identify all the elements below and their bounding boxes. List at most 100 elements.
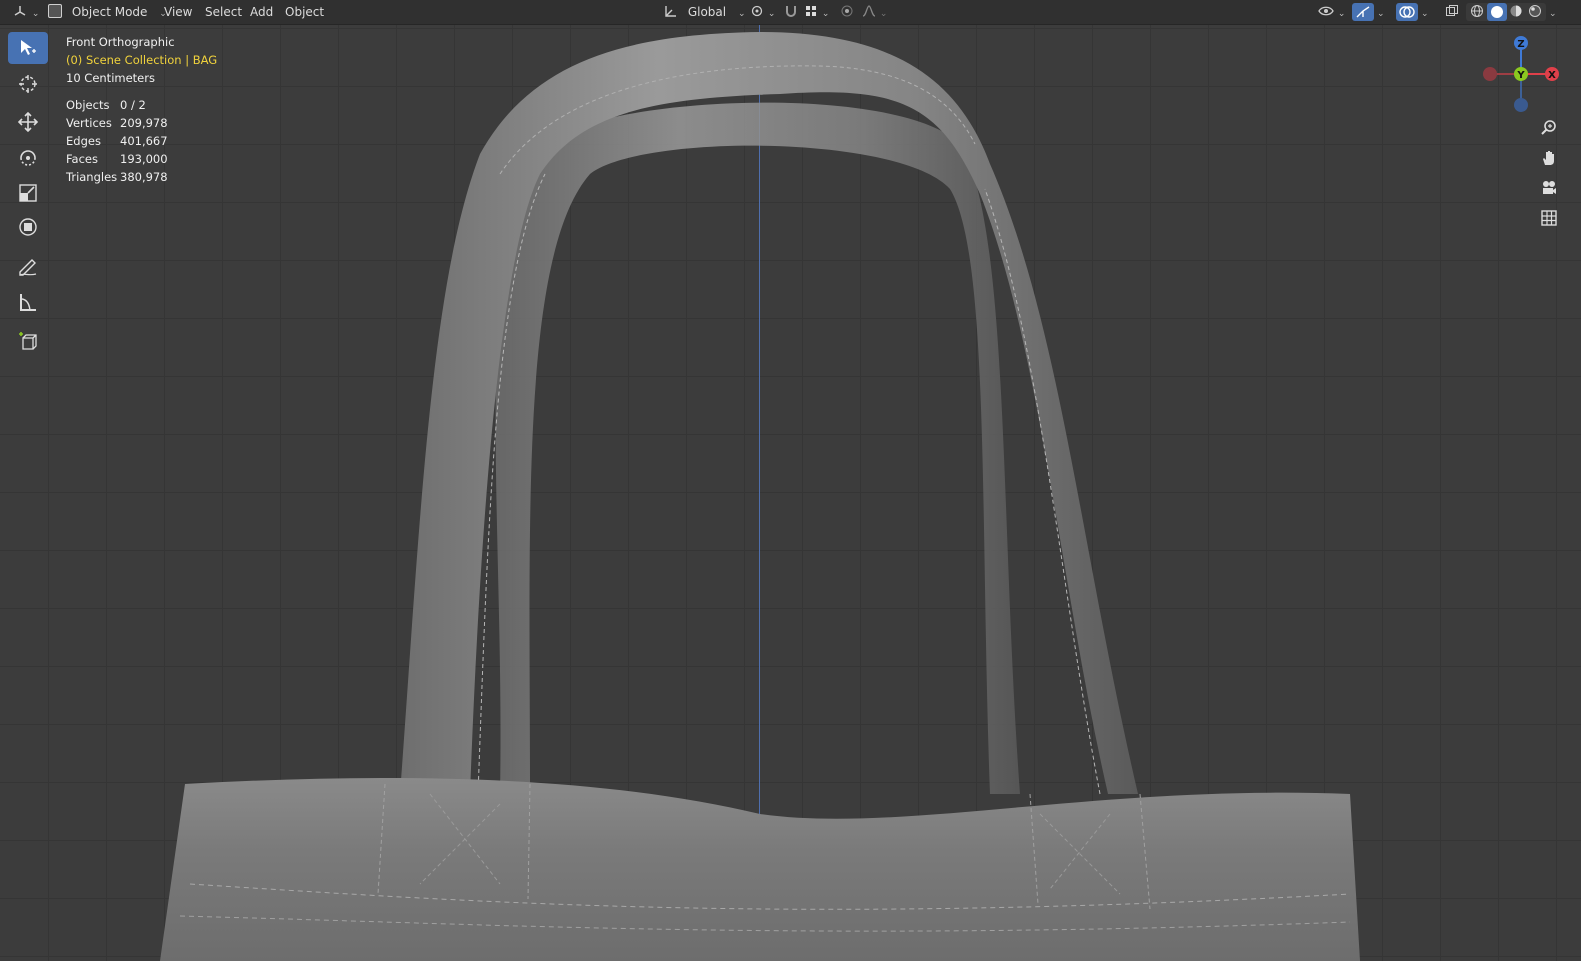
- overlays-dropdown[interactable]: ⌄: [1421, 0, 1429, 24]
- neg-z-axis-handle[interactable]: [1514, 98, 1528, 112]
- camera-view-button[interactable]: [1534, 174, 1564, 202]
- menu-select[interactable]: Select: [205, 0, 242, 24]
- proportional-editing-toggle[interactable]: [840, 0, 854, 24]
- falloff-dropdown[interactable]: ⌄: [862, 0, 887, 24]
- chevron-down-icon: ⌄: [879, 9, 888, 19]
- pivot-point-dropdown[interactable]: ⌄: [750, 0, 775, 24]
- scene-statistics: Objects 0 / 2 Vertices 209,978 Edges 401,66…: [66, 96, 168, 186]
- stat-label: Edges: [66, 134, 101, 148]
- z-axis-label: Z: [1517, 39, 1524, 50]
- zoom-button[interactable]: [1534, 114, 1564, 142]
- stat-value: 401,667: [120, 134, 168, 148]
- camera-icon: [1543, 181, 1556, 194]
- material-preview-icon: [1510, 5, 1522, 17]
- snap-magnet-icon: [786, 6, 796, 17]
- snap-increment-icon: [806, 6, 816, 16]
- xray-toggle-icon: [1446, 5, 1458, 16]
- menu-view[interactable]: View: [164, 0, 192, 24]
- ortho-toggle-button[interactable]: [1534, 204, 1564, 232]
- chevron-down-icon: ⌄: [821, 9, 830, 19]
- back-strap: [495, 102, 1020, 795]
- 3d-viewport[interactable]: [0, 24, 1581, 961]
- move-tool[interactable]: [8, 106, 48, 138]
- snap-target-dropdown[interactable]: ⌄: [804, 0, 829, 24]
- overlays-icon: [1399, 6, 1415, 18]
- transform-tool[interactable]: [8, 211, 48, 243]
- menu-add[interactable]: Add: [250, 0, 273, 24]
- chevron-down-icon: ⌄: [1549, 9, 1557, 19]
- stat-value: 380,978: [120, 170, 168, 184]
- orientation-label: Global: [687, 5, 727, 19]
- proportional-editing-icon: [841, 5, 853, 17]
- stat-row: Objects 0 / 2: [66, 96, 168, 114]
- wireframe-shading-button[interactable]: [1470, 0, 1484, 24]
- scale-tool[interactable]: [8, 177, 48, 209]
- stat-row: Triangles 380,978: [66, 168, 168, 186]
- chevron-down-icon: ⌄: [1337, 9, 1346, 19]
- stat-value: 0 / 2: [120, 98, 146, 112]
- rendered-shading-icon: [1529, 5, 1541, 17]
- annotate-pencil-icon: [19, 259, 37, 276]
- add-cube-icon: [19, 332, 37, 350]
- bag-body: [160, 777, 1360, 961]
- snap-toggle[interactable]: [784, 0, 798, 24]
- neg-x-axis-handle[interactable]: [1483, 67, 1497, 81]
- move-arrows-icon: [17, 111, 39, 133]
- view-name: Front Orthographic: [66, 35, 175, 49]
- measure-tool[interactable]: [8, 286, 48, 318]
- stat-value: 209,978: [120, 116, 168, 130]
- viewport-info: Front Orthographic (0) Scene Collection …: [66, 33, 217, 87]
- rendered-shading-button[interactable]: [1528, 0, 1542, 24]
- select-box-tool[interactable]: [8, 32, 48, 64]
- chevron-down-icon: ⌄: [1377, 9, 1385, 19]
- xray-toggle[interactable]: [1445, 0, 1459, 24]
- gizmo-toggle[interactable]: [1352, 3, 1374, 21]
- annotate-tool[interactable]: [8, 250, 48, 282]
- material-preview-button[interactable]: [1509, 0, 1523, 24]
- scale-icon: [19, 184, 37, 202]
- stat-value: 193,000: [120, 152, 168, 166]
- measure-ruler-icon: [20, 294, 36, 311]
- mode-dropdown[interactable]: Object Mode ⌄: [48, 0, 167, 24]
- stat-label: Vertices: [66, 116, 112, 130]
- chevron-down-icon: ⌄: [767, 9, 776, 19]
- grid-ortho-icon: [1541, 210, 1557, 226]
- visibility-dropdown[interactable]: ⌄: [1318, 0, 1345, 24]
- collection-label: (0) Scene Collection | BAG: [66, 53, 218, 67]
- add-cube-tool[interactable]: [8, 325, 48, 357]
- stat-row: Faces 193,000: [66, 150, 168, 168]
- x-axis-label: X: [1548, 70, 1556, 81]
- object-mode-icon: [48, 4, 62, 18]
- shading-options-dropdown[interactable]: ⌄: [1549, 0, 1557, 24]
- falloff-curve-icon: [862, 5, 876, 17]
- stat-row: Edges 401,667: [66, 132, 168, 150]
- chevron-down-icon: ⌄: [31, 9, 40, 19]
- zoom-magnifier-icon: [1541, 120, 1556, 135]
- 3d-viewport-editor-icon: [14, 6, 26, 16]
- stat-row: Vertices 209,978: [66, 114, 168, 132]
- menu-object[interactable]: Object: [285, 0, 324, 24]
- gizmo-dropdown[interactable]: ⌄: [1377, 0, 1385, 24]
- rotate-tool[interactable]: [8, 142, 48, 174]
- pan-hand-icon: [1543, 151, 1554, 165]
- transform-orientation-dropdown[interactable]: Global ⌄: [664, 0, 745, 24]
- solid-shading-icon: [1491, 6, 1503, 18]
- editor-type-button[interactable]: ⌄: [12, 0, 39, 24]
- transform-orientation-icon: [665, 6, 676, 17]
- overlays-toggle[interactable]: [1396, 3, 1418, 21]
- grid-scale: 10 Centimeters: [66, 71, 155, 85]
- 3d-cursor-icon: [19, 75, 37, 93]
- solid-shading-button[interactable]: [1487, 3, 1507, 21]
- chevron-down-icon: ⌄: [737, 9, 746, 19]
- bag-mesh[interactable]: [0, 24, 1581, 961]
- stat-label: Objects: [66, 98, 110, 112]
- blender-window: { "header": { "editor_type_icon": "3d-vi…: [0, 0, 1581, 961]
- visibility-eye-icon: [1318, 6, 1334, 16]
- mode-label: Object Mode: [71, 5, 148, 19]
- navigation-gizmo[interactable]: Z X Y: [1480, 32, 1564, 116]
- pan-button[interactable]: [1534, 144, 1564, 172]
- gizmo-icon: [1356, 6, 1370, 18]
- stat-label: Faces: [66, 152, 98, 166]
- y-axis-label: Y: [1516, 70, 1525, 81]
- cursor-tool[interactable]: [8, 68, 48, 100]
